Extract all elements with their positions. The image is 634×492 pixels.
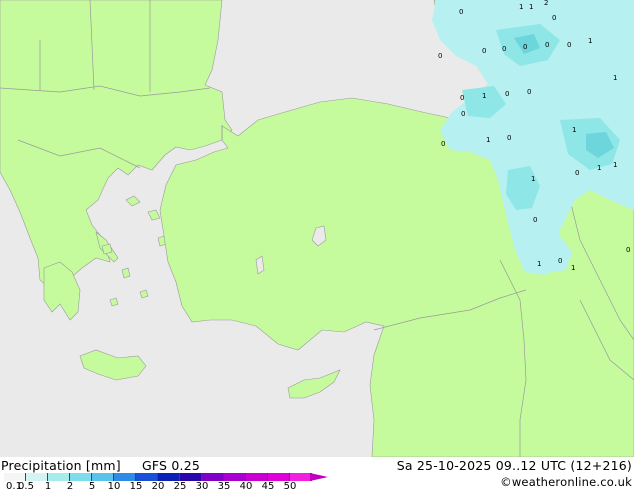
svg-text:0: 0 — [461, 110, 465, 118]
svg-text:0: 0 — [533, 216, 537, 224]
scale-segment — [290, 473, 312, 481]
scale-segment — [92, 473, 114, 481]
svg-text:1: 1 — [537, 260, 541, 268]
svg-text:2: 2 — [544, 0, 548, 7]
svg-text:0: 0 — [459, 8, 463, 16]
scale-segment — [158, 473, 180, 481]
precipitation-map: 0 1 2 0 1 0 0 0 0 0 0 1 1 0 1 0 0 0 0 1 … — [0, 0, 634, 457]
weather-map-view: 0 1 2 0 1 0 0 0 0 0 0 1 1 0 1 0 0 0 0 1 … — [0, 0, 634, 492]
svg-text:0: 0 — [505, 90, 509, 98]
svg-text:0: 0 — [460, 94, 464, 102]
scale-segment — [48, 473, 70, 481]
svg-text:1: 1 — [486, 136, 490, 144]
scale-segment — [4, 473, 26, 481]
svg-text:0: 0 — [527, 88, 531, 96]
svg-text:0: 0 — [626, 246, 630, 254]
svg-text:0: 0 — [523, 43, 527, 51]
color-scale-arrow — [310, 473, 328, 481]
svg-text:0: 0 — [558, 257, 562, 265]
svg-text:0: 0 — [502, 45, 506, 53]
svg-text:1: 1 — [613, 161, 617, 169]
svg-text:1: 1 — [597, 164, 601, 172]
scale-segment — [268, 473, 290, 481]
model-name: GFS 0.25 — [142, 458, 200, 473]
color-scale-bar — [4, 473, 312, 481]
legend-footer: Precipitation [mm] GFS 0.25 Sa 25-10-202… — [0, 457, 634, 492]
svg-text:0: 0 — [482, 47, 486, 55]
scale-segment — [26, 473, 48, 481]
credit-text: ©weatheronline.co.uk — [500, 475, 632, 489]
scale-segment — [224, 473, 246, 481]
scale-segment — [246, 473, 268, 481]
svg-text:0: 0 — [441, 140, 445, 148]
scale-segment — [114, 473, 136, 481]
svg-text:1: 1 — [529, 3, 533, 11]
svg-text:0: 0 — [438, 52, 442, 60]
svg-text:0: 0 — [575, 169, 579, 177]
svg-text:1: 1 — [482, 92, 486, 100]
scale-segment — [136, 473, 158, 481]
forecast-datetime: Sa 25-10-2025 09..12 UTC (12+216) — [396, 458, 632, 473]
svg-text:0: 0 — [552, 14, 556, 22]
svg-text:0: 0 — [507, 134, 511, 142]
svg-text:1: 1 — [531, 175, 535, 183]
svg-text:0: 0 — [545, 41, 549, 49]
scale-segment — [70, 473, 92, 481]
svg-text:1: 1 — [588, 37, 592, 45]
svg-text:1: 1 — [572, 126, 576, 134]
svg-text:1: 1 — [571, 264, 575, 272]
scale-segment — [202, 473, 224, 481]
svg-text:1: 1 — [519, 3, 523, 11]
svg-text:1: 1 — [613, 74, 617, 82]
svg-text:0: 0 — [567, 41, 571, 49]
scale-segment — [180, 473, 202, 481]
legend-title: Precipitation [mm] — [1, 458, 121, 473]
